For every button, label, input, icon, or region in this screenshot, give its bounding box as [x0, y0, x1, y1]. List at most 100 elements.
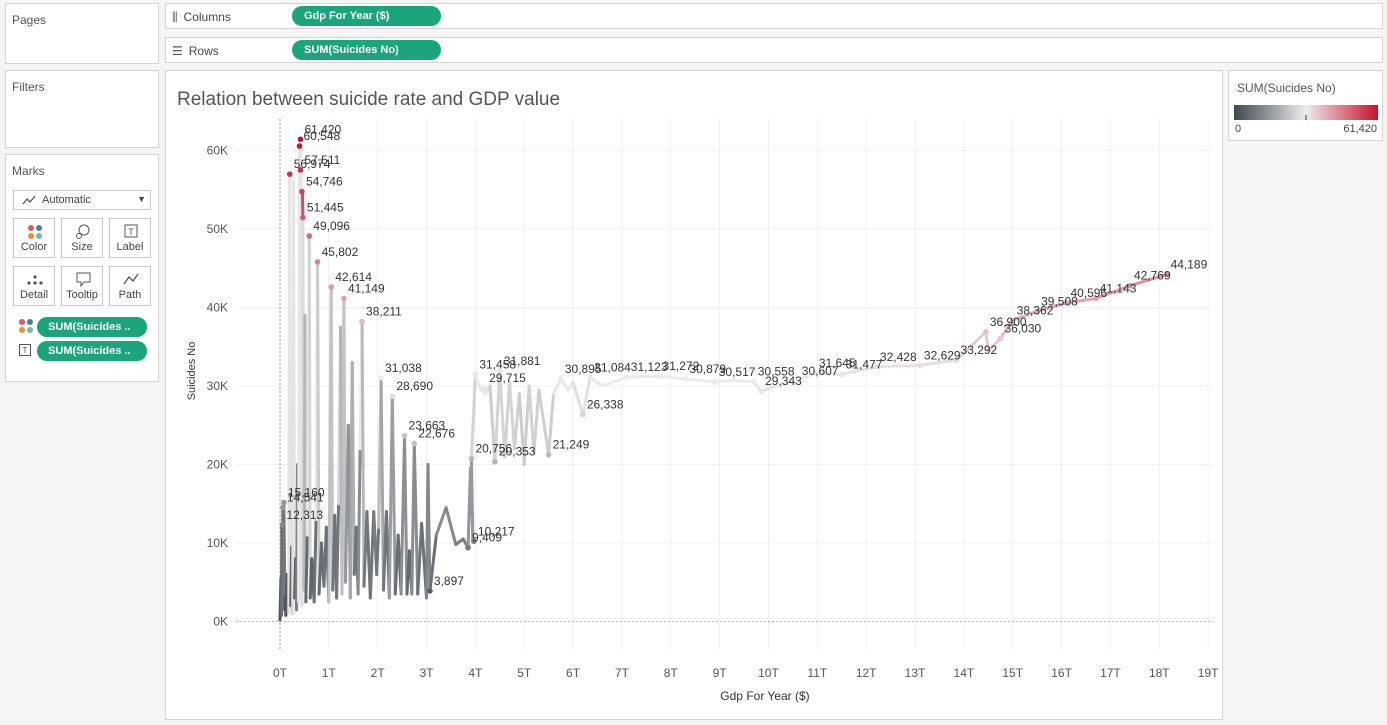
data-point: [751, 378, 757, 385]
data-point: [378, 375, 384, 381]
path-button[interactable]: Path: [109, 266, 151, 306]
data-point: [296, 143, 303, 149]
x-tick-label: 4T: [468, 666, 483, 680]
data-point: [300, 214, 306, 221]
data-point: [306, 233, 313, 239]
columns-label: Columns: [183, 10, 231, 24]
filters-card[interactable]: Filters: [5, 70, 159, 148]
data-point: [411, 440, 418, 447]
data-point: [297, 136, 304, 143]
series-line-segment: [288, 172, 293, 608]
data-point: [465, 544, 471, 551]
columns-shelf[interactable]: ⫼ Columns Gdp For Year ($): [165, 3, 1383, 29]
y-tick-label: 10K: [207, 536, 228, 550]
data-point: [983, 328, 989, 335]
label-field-pill[interactable]: SUM(Suicides ..: [37, 341, 147, 361]
color-field-pill[interactable]: SUM(Suicides ..: [37, 317, 147, 337]
series-line-segment: [600, 375, 629, 388]
x-tick-label: 19T: [1198, 666, 1219, 680]
label-icon: T: [19, 344, 31, 356]
data-point: [482, 385, 488, 392]
data-point: [580, 411, 586, 418]
data-label: 12,313: [286, 508, 323, 522]
data-point: [758, 388, 764, 394]
series-line-segment: [375, 525, 381, 576]
series-line-segment: [434, 506, 448, 537]
chart-title: Relation between suicide rate and GDP va…: [177, 89, 560, 110]
x-tick-label: 8T: [664, 666, 679, 680]
data-label: 21,249: [553, 438, 590, 452]
y-tick-label: 20K: [207, 457, 228, 471]
series-line-segment: [292, 180, 297, 600]
detail-button[interactable]: Detail: [13, 266, 55, 306]
data-label: 20,353: [499, 445, 536, 459]
x-tick-label: 11T: [807, 666, 827, 680]
mark-type-value: Automatic: [42, 194, 91, 206]
tooltip-button[interactable]: Tooltip: [61, 266, 103, 306]
data-point: [545, 451, 552, 458]
series-line-segment: [732, 378, 756, 384]
data-point: [997, 335, 1004, 342]
data-label: 61,420: [304, 122, 341, 136]
pages-card[interactable]: Pages: [5, 3, 159, 64]
series-line-segment: [532, 388, 541, 455]
size-button[interactable]: Size: [61, 218, 103, 258]
series-line-segment: [683, 377, 717, 384]
line-chart[interactable]: Relation between suicide rate and GDP va…: [166, 71, 1222, 719]
color-legend[interactable]: SUM(Suicides No) 0 61,420: [1228, 70, 1383, 141]
data-point: [682, 376, 689, 382]
rows-shelf[interactable]: ☰ Rows SUM(Suicides No): [165, 37, 1383, 63]
data-label: 42,769: [1134, 269, 1171, 283]
series-line-segment: [350, 360, 356, 576]
y-tick-label: 60K: [207, 143, 228, 157]
data-label: 45,802: [322, 245, 359, 259]
marks-title: Marks: [12, 164, 45, 178]
pages-title: Pages: [12, 13, 47, 27]
label-button[interactable]: T Label: [109, 218, 151, 258]
color-button-label: Color: [20, 241, 48, 253]
x-tick-label: 3T: [420, 666, 435, 680]
data-label: 28,690: [396, 379, 433, 393]
x-tick-label: 5T: [517, 666, 532, 680]
columns-icon: ⫼: [172, 10, 178, 24]
data-point: [558, 376, 564, 382]
series-line-segment: [390, 394, 397, 596]
mark-type-dropdown[interactable]: Automatic ▼: [13, 190, 151, 210]
data-label: 57,511: [304, 153, 340, 167]
data-label: 32,428: [880, 350, 917, 364]
color-button[interactable]: Color: [13, 218, 55, 258]
data-label: 44,189: [1171, 258, 1208, 272]
data-point: [468, 455, 475, 462]
svg-text:T: T: [23, 346, 28, 355]
legend-title: SUM(Suicides No): [1237, 81, 1336, 95]
data-label: 49,096: [313, 219, 350, 233]
x-tick-label: 0T: [273, 666, 288, 680]
y-axis-title: Suicides No: [186, 342, 198, 401]
x-tick-label: 16T: [1051, 666, 1072, 680]
series-line-segment: [360, 319, 366, 588]
x-tick-label: 7T: [615, 666, 630, 680]
filters-title: Filters: [12, 80, 45, 94]
series-line-segment: [571, 380, 585, 417]
series-line-segment: [304, 533, 309, 604]
data-point: [711, 379, 718, 385]
data-label: 54,746: [306, 175, 343, 189]
chart-card: Relation between suicide rate and GDP va…: [165, 70, 1223, 720]
data-label: 26,338: [587, 398, 624, 412]
x-axis-title: Gdp For Year ($): [720, 689, 809, 703]
data-point: [838, 371, 845, 378]
x-tick-label: 13T: [905, 666, 926, 680]
x-tick-label: 12T: [856, 666, 877, 680]
series-line-segment: [508, 380, 516, 451]
rows-field-pill[interactable]: SUM(Suicides No): [292, 40, 441, 60]
x-tick-label: 6T: [566, 666, 581, 680]
data-point: [281, 499, 287, 506]
marks-card: Marks Automatic ▼ Color Size T Label Det…: [5, 154, 159, 382]
label-button-label: Label: [116, 241, 144, 253]
y-tick-label: 40K: [207, 300, 228, 314]
data-label: 41,143: [1100, 281, 1137, 295]
label-icon: T: [124, 224, 138, 238]
data-point: [401, 432, 408, 439]
columns-field-pill[interactable]: Gdp For Year ($): [292, 6, 441, 26]
path-icon: [123, 273, 139, 285]
